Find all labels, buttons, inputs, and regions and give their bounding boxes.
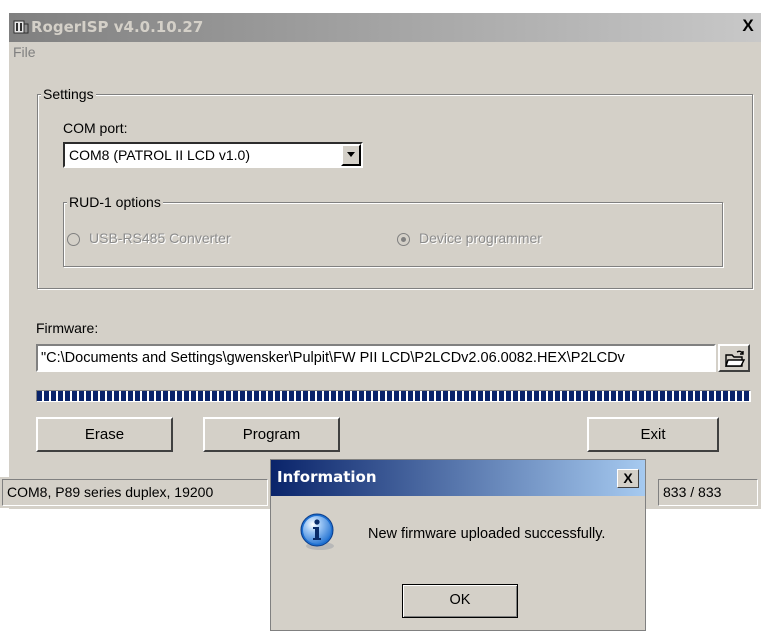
progress-bar	[36, 390, 751, 402]
com-port-value: COM8 (PATROL II LCD v1.0)	[69, 147, 250, 163]
information-dialog: Information X New firmware uploaded succ…	[270, 459, 646, 631]
status-progress-count: 833 / 833	[658, 479, 758, 506]
rud-options-legend: RUD-1 options	[67, 194, 163, 210]
dialog-close-button[interactable]: X	[617, 469, 639, 488]
erase-button[interactable]: Erase	[36, 417, 173, 452]
radio-device-programmer[interactable]	[397, 233, 410, 246]
window-close-button[interactable]: X	[739, 16, 757, 36]
com-port-label: COM port:	[63, 120, 128, 136]
dropdown-button[interactable]	[341, 144, 361, 166]
dialog-message: New firmware uploaded successfully.	[368, 526, 606, 542]
firmware-path-field[interactable]: "C:\Documents and Settings\gwensker\Pulp…	[36, 344, 716, 372]
progress-fill	[37, 391, 750, 401]
window-title: RogerISP v4.0.10.27	[31, 18, 204, 36]
title-bar[interactable]: RogerISP v4.0.10.27 X	[9, 13, 761, 42]
dialog-title-bar[interactable]: Information X	[271, 460, 645, 496]
info-icon	[300, 513, 334, 550]
exit-button[interactable]: Exit	[587, 417, 719, 452]
firmware-path-value: "C:\Documents and Settings\gwensker\Pulp…	[41, 350, 625, 366]
ok-button[interactable]: OK	[402, 584, 518, 618]
program-button[interactable]: Program	[203, 417, 340, 452]
chevron-down-icon	[347, 152, 355, 157]
radio-usb-rs485-label: USB-RS485 Converter	[89, 230, 231, 246]
com-port-select[interactable]: COM8 (PATROL II LCD v1.0)	[63, 142, 363, 168]
firmware-label: Firmware:	[36, 320, 99, 336]
radio-device-programmer-label: Device programmer	[419, 230, 542, 246]
menu-bar: File	[9, 42, 761, 64]
radio-usb-rs485[interactable]	[67, 233, 80, 246]
main-window: RogerISP v4.0.10.27 X File Settings COM …	[9, 13, 761, 509]
status-connection: COM8, P89 series duplex, 19200	[2, 479, 268, 506]
folder-open-icon	[725, 350, 746, 367]
open-file-button[interactable]	[718, 344, 750, 372]
app-icon	[13, 20, 29, 34]
dialog-title: Information	[277, 468, 377, 486]
menu-file[interactable]: File	[13, 44, 36, 60]
settings-legend: Settings	[41, 86, 96, 102]
